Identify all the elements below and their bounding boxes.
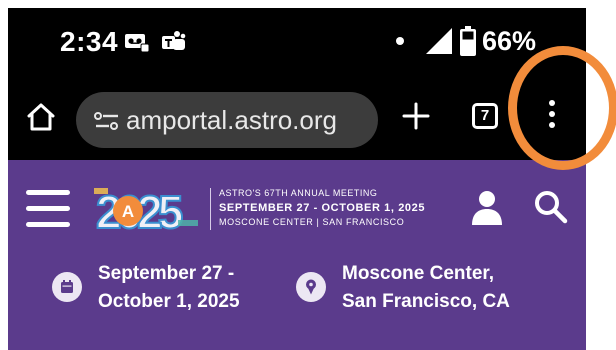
date-line-1: September 27 -: [98, 263, 235, 284]
status-bar: 2:34 66%: [8, 8, 586, 76]
user-icon[interactable]: [472, 190, 502, 226]
signal-icon: [426, 28, 452, 54]
meeting-title: ASTRO'S 67TH ANNUAL MEETING: [219, 188, 378, 198]
plus-icon[interactable]: [402, 102, 430, 130]
menu-icon[interactable]: [26, 190, 70, 228]
location-pin-icon: [296, 272, 326, 302]
tabs-button[interactable]: 7: [472, 103, 498, 129]
url-text: amportal.astro.org: [126, 105, 337, 135]
highlight-ring: [508, 46, 616, 170]
browser-toolbar: amportal.astro.org 7: [8, 76, 586, 160]
status-time: 2:34: [60, 26, 119, 57]
svg-text:A: A: [122, 202, 134, 221]
astro-2025-logo[interactable]: 2025 A: [94, 186, 202, 234]
site-settings-icon[interactable]: [94, 111, 120, 131]
meeting-dates: SEPTEMBER 27 - OCTOBER 1, 2025: [219, 202, 426, 214]
phone-screen: 2:34 66% amportal.astro.org 7 A ASTRO'S …: [8, 8, 586, 350]
address-bar[interactable]: amportal.astro.org: [76, 92, 378, 148]
date-line-2: October 1, 2025: [98, 291, 240, 312]
dot-indicator-icon: [396, 37, 404, 45]
battery-icon: [460, 26, 476, 56]
home-icon[interactable]: [26, 102, 56, 132]
status-right-group: 66%: [396, 26, 536, 56]
location-line-1: Moscone Center,: [342, 263, 495, 284]
voicemail-icon: [125, 34, 150, 53]
event-location: Moscone Center, San Francisco, CA: [296, 260, 510, 316]
event-dates: September 27 - October 1, 2025: [52, 260, 240, 316]
logo-divider: [210, 188, 211, 230]
search-icon[interactable]: [534, 190, 568, 224]
teams-icon: [162, 31, 186, 50]
location-line-2: San Francisco, CA: [342, 291, 510, 312]
meeting-venue: MOSCONE CENTER | SAN FRANCISCO: [219, 217, 405, 227]
site-header: 2025 A ASTRO'S 67TH ANNUAL MEETING SEPTE…: [8, 160, 586, 350]
battery-percent: 66%: [482, 25, 537, 56]
calendar-icon: [52, 272, 82, 302]
meeting-info: ASTRO'S 67TH ANNUAL MEETING SEPTEMBER 27…: [219, 188, 425, 227]
